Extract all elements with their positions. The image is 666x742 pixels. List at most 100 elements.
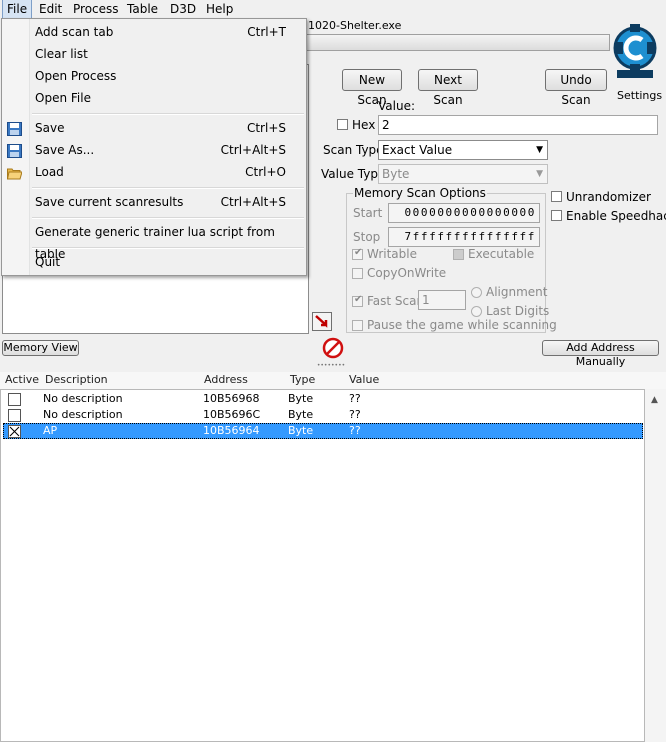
speedhack-label: Enable Speedhack (566, 209, 666, 223)
chevron-down-icon: ▼ (536, 169, 543, 179)
scroll-up-arrow-icon[interactable]: ▲ (651, 395, 658, 405)
menu-d3d[interactable]: D3D (166, 0, 200, 18)
add-address-manually-button[interactable]: Add Address Manually (542, 340, 659, 368)
value-type-value: Byte (382, 167, 410, 181)
alignment-label: Alignment (486, 285, 548, 299)
address-table-header: Active Description Address Type Value (0, 372, 666, 390)
menubar: File Edit Process Table D3D Help (0, 0, 666, 19)
menu-process[interactable]: Process (69, 0, 123, 18)
menu-item-save[interactable]: Save Ctrl+S (2, 117, 306, 139)
row-type: Byte (288, 408, 314, 421)
memory-scan-options-label: Memory Scan Options (353, 186, 487, 200)
scan-type-value: Exact Value (382, 143, 453, 157)
process-title: 1020-Shelter.exe (308, 19, 402, 32)
executable-label: Executable (468, 247, 535, 261)
column-header-address[interactable]: Address (204, 373, 248, 386)
pause-game-label: Pause the game while scanning (367, 318, 557, 332)
value-type-label: Value Type (321, 167, 386, 181)
alignment-radio[interactable] (471, 287, 482, 298)
menu-item-save-as[interactable]: Save As... Ctrl+Alt+S (2, 139, 306, 161)
fast-scan-label: Fast Scan (367, 294, 425, 308)
last-digits-radio[interactable] (471, 306, 482, 317)
cheat-engine-logo-icon[interactable] (611, 18, 659, 88)
active-checkbox[interactable] (8, 409, 21, 422)
writable-checkbox[interactable]: ✔ (352, 247, 363, 260)
add-to-list-arrow-icon[interactable] (312, 312, 332, 331)
menu-file[interactable]: File (2, 0, 33, 19)
new-scan-button[interactable]: New Scan (342, 69, 402, 107)
next-scan-button[interactable]: Next Scan (418, 69, 478, 107)
fast-scan-input[interactable]: 1 (418, 290, 466, 310)
menu-item-load[interactable]: Load Ctrl+O (2, 161, 306, 183)
table-row[interactable]: No description 10B5696C Byte ?? (3, 407, 643, 423)
menu-separator (32, 247, 304, 249)
menu-item-add-scan-tab[interactable]: Add scan tab Ctrl+T (2, 21, 306, 43)
column-header-type[interactable]: Type (290, 373, 315, 386)
stop-address-input[interactable]: 7fffffffffffffff (388, 227, 540, 247)
splitter-handle[interactable]: •••••••• (315, 363, 347, 369)
folder-open-icon (6, 165, 23, 180)
address-table[interactable]: No description 10B56968 Byte ?? No descr… (0, 389, 645, 742)
table-row[interactable]: No description 10B56968 Byte ?? (3, 391, 643, 407)
column-header-description[interactable]: Description (45, 373, 108, 386)
row-address: 10B5696C (203, 408, 261, 421)
menu-help[interactable]: Help (202, 0, 237, 18)
scan-type-label: Scan Type (323, 143, 384, 157)
unrandomizer-label: Unrandomizer (566, 190, 651, 204)
start-address-input[interactable]: 0000000000000000 (388, 203, 540, 223)
value-label: Value: (378, 99, 415, 113)
executable-checkbox[interactable] (453, 249, 464, 260)
copyonwrite-label: CopyOnWrite (367, 266, 447, 280)
menu-item-open-process[interactable]: Open Process (2, 65, 306, 87)
chevron-down-icon: ▼ (536, 145, 543, 155)
last-digits-label: Last Digits (486, 304, 550, 318)
fast-scan-checkbox[interactable]: ✔ (352, 294, 363, 307)
menu-separator (32, 187, 304, 189)
menu-item-generate-trainer[interactable]: Generate generic trainer lua script from… (2, 221, 306, 261)
row-description: No description (43, 392, 123, 405)
start-label: Start (353, 206, 383, 220)
stop-label: Stop (353, 230, 381, 244)
floppy-disk-icon (7, 143, 22, 158)
row-description: AP (43, 424, 58, 437)
column-header-active[interactable]: Active (5, 373, 39, 386)
row-type: Byte (288, 424, 314, 437)
file-menu-dropdown: Add scan tab Ctrl+T Clear list Open Proce… (1, 18, 307, 276)
copyonwrite-checkbox[interactable] (352, 268, 363, 279)
row-address: 10B56964 (203, 424, 260, 437)
unrandomizer-checkbox[interactable] (551, 191, 562, 202)
menu-item-open-file[interactable]: Open File (2, 87, 306, 109)
row-description: No description (43, 408, 123, 421)
menu-item-clear-list[interactable]: Clear list (2, 43, 306, 65)
menu-item-save-scanresults[interactable]: Save current scanresults Ctrl+Alt+S (2, 191, 306, 213)
value-type-select[interactable]: Byte ▼ (378, 164, 548, 184)
menu-edit[interactable]: Edit (35, 0, 66, 18)
table-row[interactable]: AP 10B56964 Byte ?? (3, 423, 643, 439)
scan-progress-bar (306, 34, 610, 51)
menu-separator (32, 217, 304, 219)
row-value: ?? (349, 392, 361, 405)
speedhack-checkbox[interactable] (551, 210, 562, 221)
menu-separator (32, 113, 304, 115)
column-header-value[interactable]: Value (349, 373, 379, 386)
stop-icon[interactable] (322, 337, 344, 359)
active-checkbox[interactable] (8, 425, 21, 438)
row-value: ?? (349, 408, 361, 421)
settings-label[interactable]: Settings (617, 89, 662, 102)
row-type: Byte (288, 392, 314, 405)
row-address: 10B56968 (203, 392, 260, 405)
pause-game-checkbox[interactable] (352, 320, 363, 331)
menu-table[interactable]: Table (123, 0, 162, 18)
table-scrollbar[interactable]: ▲ (645, 389, 666, 742)
value-input[interactable]: 2 (378, 115, 658, 135)
memory-view-button[interactable]: Memory View (2, 340, 79, 356)
active-checkbox[interactable] (8, 393, 21, 406)
hex-label: Hex (352, 118, 376, 132)
scan-type-select[interactable]: Exact Value ▼ (378, 140, 548, 160)
hex-checkbox[interactable] (337, 119, 348, 130)
floppy-disk-icon (7, 121, 22, 136)
writable-label: Writable (367, 247, 417, 261)
menu-item-quit[interactable]: Quit (2, 251, 306, 273)
undo-scan-button[interactable]: Undo Scan (545, 69, 607, 107)
row-value: ?? (349, 424, 361, 437)
